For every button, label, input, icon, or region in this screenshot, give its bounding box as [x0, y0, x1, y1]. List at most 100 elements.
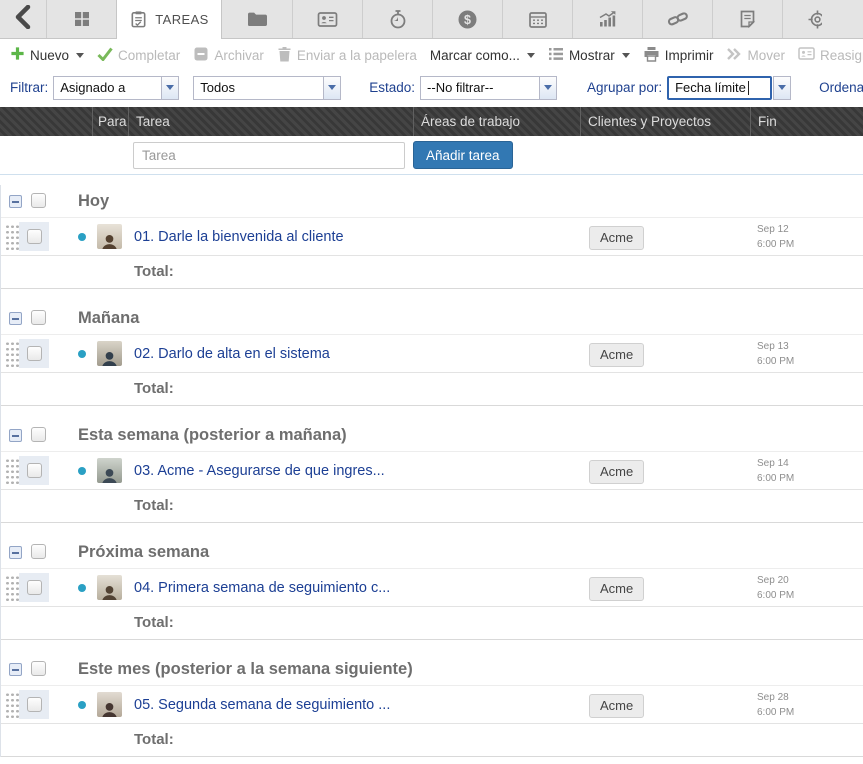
status-dot-icon: [78, 350, 86, 358]
column-header-areas[interactable]: Áreas de trabajo: [413, 107, 580, 136]
status-select[interactable]: --No filtrar--: [420, 76, 557, 100]
collapse-minus-icon[interactable]: [9, 312, 22, 325]
collapse-minus-icon[interactable]: [9, 546, 22, 559]
group-title: Mañana: [78, 302, 139, 335]
task-due: Sep 13 6:00 PM: [757, 340, 794, 369]
task-due: Sep 12 6:00 PM: [757, 223, 794, 252]
tab-tareas-label: TAREAS: [155, 12, 208, 27]
tab-contacts[interactable]: [292, 0, 362, 38]
group-by-value: Fecha límite: [667, 76, 772, 100]
status-dot-icon: [78, 584, 86, 592]
task-checkbox[interactable]: [27, 580, 42, 595]
combo-trigger-icon[interactable]: [539, 76, 557, 100]
tab-timer[interactable]: [362, 0, 432, 38]
drag-handle-icon[interactable]: [5, 692, 19, 718]
group-checkbox[interactable]: [31, 427, 46, 442]
task-time: 6:00 PM: [757, 238, 794, 253]
task-group: Próxima semana 04. Primera semana de seg…: [1, 536, 863, 640]
new-button[interactable]: Nuevo: [10, 46, 84, 64]
add-task-input[interactable]: [133, 142, 405, 169]
group-checkbox[interactable]: [31, 661, 46, 676]
group-checkbox[interactable]: [31, 544, 46, 559]
collapse-minus-icon[interactable]: [9, 429, 22, 442]
task-list: Hoy 01. Darle la bienvenida al cliente A…: [0, 185, 863, 757]
show-button[interactable]: Mostrar: [548, 47, 630, 64]
add-task-button[interactable]: Añadir tarea: [413, 141, 513, 169]
task-checkbox[interactable]: [27, 229, 42, 244]
tab-tareas[interactable]: TAREAS: [116, 0, 222, 39]
collapse-minus-icon[interactable]: [9, 195, 22, 208]
status-dot-icon: [78, 467, 86, 475]
avatar: [97, 341, 122, 366]
link-chain-icon: [667, 9, 689, 29]
drag-handle-icon[interactable]: [5, 458, 19, 484]
column-header-para[interactable]: Para: [92, 107, 128, 136]
task-checkbox[interactable]: [27, 697, 42, 712]
dollar-coin-icon: $: [457, 9, 478, 30]
task-title[interactable]: 03. Acme - Asegurarse de que ingres...: [134, 452, 385, 490]
group-checkbox[interactable]: [31, 193, 46, 208]
collapse-minus-icon[interactable]: [9, 663, 22, 676]
filter-field-value: Asignado a: [53, 76, 161, 100]
task-row[interactable]: 04. Primera semana de seguimiento c... A…: [1, 569, 863, 607]
trash-icon: [277, 46, 292, 65]
filter-bar: Filtrar: Asignado a Todos Estado: --No f…: [0, 71, 863, 104]
drag-handle-icon[interactable]: [5, 575, 19, 601]
drag-handle-icon[interactable]: [5, 224, 19, 250]
group-by-label: Agrupar por:: [587, 80, 662, 95]
client-badge: Acme: [589, 460, 644, 484]
archive-button-label: Archivar: [214, 48, 264, 63]
task-title[interactable]: 04. Primera semana de seguimiento c...: [134, 569, 390, 607]
task-due: Sep 14 6:00 PM: [757, 457, 794, 486]
tab-notes[interactable]: [712, 0, 782, 38]
column-header-clientes[interactable]: Clientes y Proyectos: [580, 107, 750, 136]
task-title[interactable]: 02. Darlo de alta en el sistema: [134, 335, 330, 373]
combo-trigger-icon[interactable]: [323, 76, 341, 100]
task-row[interactable]: 02. Darlo de alta en el sistema Acme Sep…: [1, 335, 863, 373]
task-title[interactable]: 01. Darle la bienvenida al cliente: [134, 218, 344, 256]
contacts-card-icon: [317, 10, 338, 29]
task-row[interactable]: 01. Darle la bienvenida al cliente Acme …: [1, 218, 863, 256]
combo-trigger-icon[interactable]: [773, 76, 791, 100]
column-header-fin[interactable]: Fin: [750, 107, 863, 136]
new-button-label: Nuevo: [30, 48, 69, 63]
drag-handle-icon[interactable]: [5, 341, 19, 367]
task-group: Esta semana (posterior a mañana) 03. Acm…: [1, 419, 863, 523]
task-title[interactable]: 05. Segunda semana de seguimiento ...: [134, 686, 390, 724]
archive-button[interactable]: Archivar: [193, 46, 264, 65]
combo-trigger-icon[interactable]: [161, 76, 179, 100]
chevron-down-icon: [527, 53, 535, 58]
column-header-tarea[interactable]: Tarea: [128, 107, 413, 136]
move-button-label: Mover: [747, 48, 785, 63]
task-checkbox[interactable]: [27, 346, 42, 361]
group-header: Mañana: [1, 302, 863, 335]
task-row[interactable]: 03. Acme - Asegurarse de que ingres... A…: [1, 452, 863, 490]
complete-button[interactable]: Completar: [97, 47, 180, 64]
print-button[interactable]: Imprimir: [643, 46, 714, 65]
filter-value-select[interactable]: Todos: [193, 76, 341, 100]
group-header: Hoy: [1, 185, 863, 218]
tab-apps[interactable]: [46, 0, 116, 38]
tab-finance[interactable]: $: [432, 0, 502, 38]
apps-grid-icon: [72, 9, 92, 29]
back-button[interactable]: [0, 0, 46, 38]
tab-calendar[interactable]: [502, 0, 572, 38]
task-row[interactable]: 05. Segunda semana de seguimiento ... Ac…: [1, 686, 863, 724]
mark-as-button[interactable]: Marcar como...: [430, 48, 535, 63]
move-button[interactable]: Mover: [726, 47, 785, 64]
tab-reports[interactable]: [572, 0, 642, 38]
reassign-button[interactable]: Reasignar: [798, 46, 863, 64]
tab-folder[interactable]: [222, 0, 292, 38]
tab-target[interactable]: [782, 0, 822, 38]
status-label: Estado:: [369, 80, 415, 95]
task-checkbox[interactable]: [27, 463, 42, 478]
send-to-trash-button[interactable]: Enviar a la papelera: [277, 46, 417, 65]
group-by-select[interactable]: Fecha límite: [667, 76, 791, 100]
reassign-button-label: Reasignar: [820, 48, 863, 63]
group-checkbox[interactable]: [31, 310, 46, 325]
target-icon: [783, 9, 822, 30]
task-group: Mañana 02. Darlo de alta en el sistema A…: [1, 302, 863, 406]
sort-by-label: Ordenar por:: [819, 80, 863, 95]
filter-field-select[interactable]: Asignado a: [53, 76, 179, 100]
tab-links[interactable]: [642, 0, 712, 38]
